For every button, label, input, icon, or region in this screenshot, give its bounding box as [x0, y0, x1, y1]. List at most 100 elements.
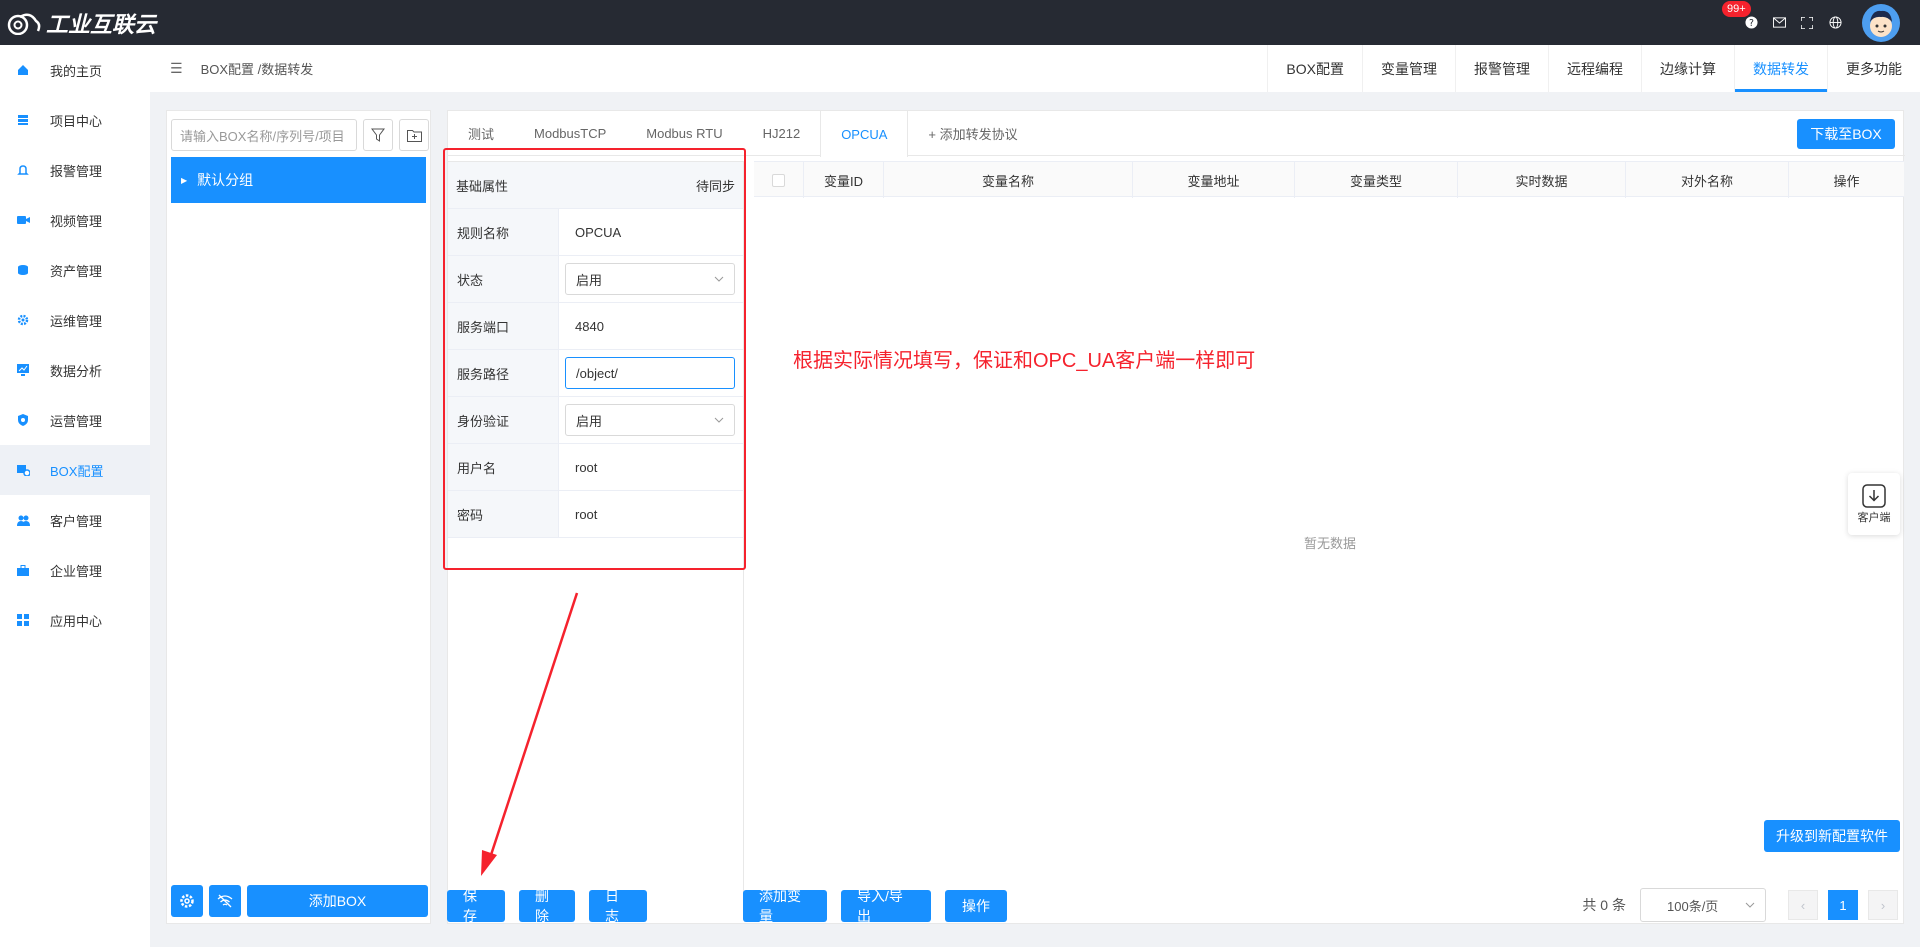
asset-icon: [16, 263, 30, 277]
sidebar-item-asset[interactable]: 资产管理: [0, 245, 150, 295]
sidebar-item-alarm[interactable]: 报警管理: [0, 145, 150, 195]
log-button[interactable]: 日志: [589, 888, 647, 924]
sidebar-item-label: 资产管理: [50, 263, 103, 279]
caret-right-icon: ▶: [181, 175, 188, 185]
tab-box-config[interactable]: BOX配置: [1267, 45, 1362, 92]
search-row: 请输入BOX名称/序列号/项目: [171, 119, 429, 151]
cloud-logo-icon: [7, 13, 41, 35]
sidebar-item-label: BOX配置: [50, 463, 104, 479]
tab-more[interactable]: 更多功能: [1827, 45, 1920, 92]
client-float-button[interactable]: 客户端: [1848, 473, 1900, 535]
top-icons: ?: [1744, 0, 1920, 45]
tab-protocol-hj212[interactable]: HJ212: [743, 111, 821, 155]
top-nav-tabs: BOX配置 变量管理 报警管理 远程编程 边缘计算 数据转发 更多功能: [1267, 45, 1920, 92]
sidebar-item-apps[interactable]: 应用中心: [0, 595, 150, 645]
prev-page-button[interactable]: ‹: [1788, 890, 1818, 920]
gear-icon: [180, 894, 194, 908]
next-page-button[interactable]: ›: [1868, 890, 1898, 920]
sidebar-item-analytics[interactable]: 数据分析: [0, 345, 150, 395]
column-header: 变量地址: [1133, 162, 1295, 198]
bottom-actions: 保存 删除 日志 添加变量 导入/导出 操作: [447, 888, 1021, 924]
download-to-box-button[interactable]: 下载至BOX: [1797, 119, 1895, 149]
video-icon: [16, 213, 30, 227]
save-button[interactable]: 保存: [447, 888, 505, 924]
total-count: 共 0 条: [1582, 897, 1626, 913]
shield-icon: [16, 413, 30, 427]
sidebar-item-enterprise[interactable]: 企业管理: [0, 545, 150, 595]
box-search-input[interactable]: 请输入BOX名称/序列号/项目: [171, 119, 357, 151]
sidebar-item-label: 数据分析: [50, 363, 103, 379]
tab-variable[interactable]: 变量管理: [1362, 45, 1455, 92]
help-icon[interactable]: ?: [1744, 16, 1758, 30]
gear-icon: [16, 313, 30, 327]
add-folder-button[interactable]: [399, 119, 429, 151]
sidebar: 我的主页 项目中心 报警管理 视频管理 资产管理 运维管理 数据分析 运营管理 …: [0, 45, 150, 947]
mail-icon[interactable]: [1772, 16, 1786, 30]
avatar[interactable]: [1862, 3, 1900, 42]
apps-icon: [16, 613, 30, 627]
page-size-select[interactable]: 100条/页: [1640, 888, 1766, 922]
breadcrumb: ☰ BOX配置 /数据转发: [170, 45, 313, 92]
sidebar-item-home[interactable]: 我的主页: [0, 45, 150, 95]
sidebar-item-label: 视频管理: [50, 213, 103, 229]
add-variable-button[interactable]: 添加变量: [743, 888, 827, 924]
column-header: 变量名称: [884, 162, 1133, 198]
add-protocol-tab[interactable]: + 添加转发协议: [908, 111, 1037, 155]
tab-protocol-opcua[interactable]: OPCUA: [820, 111, 909, 157]
filter-button[interactable]: [363, 119, 393, 151]
import-export-button[interactable]: 导入/导出: [841, 888, 931, 924]
tab-edge-compute[interactable]: 边缘计算: [1641, 45, 1734, 92]
chevron-down-icon: [1745, 902, 1755, 908]
box-icon: [16, 463, 30, 477]
sidebar-item-customer[interactable]: 客户管理: [0, 495, 150, 545]
top-bar: 工业互联云 ? 99+: [0, 0, 1920, 45]
svg-text:?: ?: [1749, 18, 1754, 29]
upgrade-button[interactable]: 升级到新配置软件: [1764, 820, 1900, 852]
client-label: 客户端: [1857, 512, 1891, 524]
tab-alarm[interactable]: 报警管理: [1455, 45, 1548, 92]
users-icon: [16, 513, 30, 527]
chevron-right-icon: ›: [1880, 897, 1886, 913]
tab-data-forward[interactable]: 数据转发: [1734, 45, 1827, 92]
box-tree-panel: 请输入BOX名称/序列号/项目 ▶ 默认分组 添加BOX: [166, 110, 431, 924]
sidebar-item-project[interactable]: 项目中心: [0, 95, 150, 145]
filter-icon: [371, 128, 385, 142]
page-number[interactable]: 1: [1828, 890, 1858, 920]
sidebar-item-box-config[interactable]: BOX配置: [0, 445, 150, 495]
wifi-off-icon: [217, 894, 233, 908]
wifi-off-button[interactable]: [209, 885, 241, 917]
download-box-icon: [1862, 484, 1886, 508]
menu-toggle-icon[interactable]: ☰: [170, 60, 183, 77]
tab-remote-program[interactable]: 远程编程: [1548, 45, 1641, 92]
select-all-checkbox[interactable]: [772, 173, 785, 187]
settings-button[interactable]: [171, 885, 203, 917]
column-header: 变量类型: [1295, 162, 1458, 198]
empty-text: 暂无数据: [1304, 536, 1357, 551]
logo-text: 工业互联云: [46, 11, 157, 37]
add-box-button[interactable]: 添加BOX: [247, 885, 428, 917]
sidebar-item-label: 应用中心: [50, 613, 103, 629]
column-header: 变量ID: [804, 162, 884, 198]
page-size-value: 100条/页: [1667, 898, 1719, 914]
logo[interactable]: 工业互联云: [6, 7, 156, 39]
variable-table-header: 变量ID 变量名称 变量地址 变量类型 实时数据 对外名称 操作: [754, 161, 1904, 198]
sidebar-item-label: 企业管理: [50, 563, 103, 579]
sidebar-item-label: 客户管理: [50, 513, 103, 529]
sidebar-item-operation[interactable]: 运营管理: [0, 395, 150, 445]
sidebar-item-label: 项目中心: [50, 113, 103, 129]
tree-group-default[interactable]: ▶ 默认分组: [171, 157, 426, 203]
annotation-text: 根据实际情况填写，保证和OPC_UA客户端一样即可: [793, 350, 1256, 372]
select-all-cell: [754, 162, 804, 198]
operation-button[interactable]: 操作: [945, 890, 1007, 922]
page-header: ☰ BOX配置 /数据转发 BOX配置 变量管理 报警管理 远程编程 边缘计算 …: [150, 45, 1920, 92]
delete-button[interactable]: 删除: [519, 888, 575, 924]
globe-icon[interactable]: [1828, 16, 1842, 30]
pagination: 共 0 条 100条/页 ‹ 1 ›: [1582, 888, 1898, 922]
folder-add-icon: [406, 129, 422, 142]
chart-icon: [16, 363, 30, 377]
fullscreen-icon[interactable]: [1800, 16, 1814, 30]
sidebar-item-video[interactable]: 视频管理: [0, 195, 150, 245]
breadcrumb-text: BOX配置 /数据转发: [200, 62, 314, 77]
bell-icon: [16, 163, 30, 177]
sidebar-item-ops[interactable]: 运维管理: [0, 295, 150, 345]
